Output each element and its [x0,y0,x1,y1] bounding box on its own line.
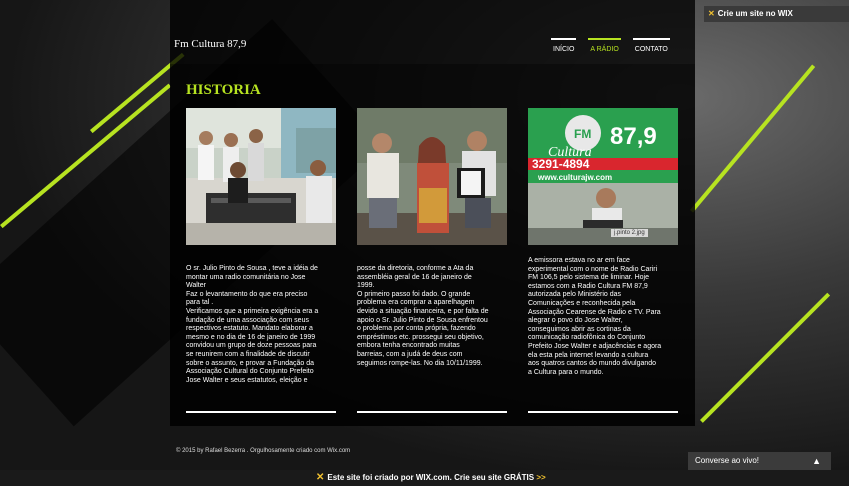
photo-musicians[interactable] [357,108,507,245]
sign-phone-text: 3291-4894 [532,157,590,171]
wix-bottom-arrow: >> [536,473,546,482]
site-title[interactable]: Fm Cultura 87,9 [174,38,246,50]
nav-item-label: A RÁDIO [590,46,619,53]
wix-create-site-banner[interactable]: ✕ Crie um site no WIX [704,6,849,22]
wix-bottom-banner[interactable]: ✕ Este site foi criado por WIX.com. Crie … [0,470,849,486]
wix-x-icon: ✕ [708,9,715,18]
nav-item-label: INÍCIO [553,46,575,53]
nav-item-a-radio[interactable]: A RÁDIO [582,38,626,53]
page-heading: HISTORIA [186,82,261,98]
sign-fm-text: FM [574,127,591,141]
nav-item-inicio[interactable]: INÍCIO [545,38,582,53]
footer-copyright: © 2015 by Rafael Bezerra . Orgulhosament… [176,448,351,454]
nav-item-contato[interactable]: CONTATO [627,38,676,53]
column-divider [186,411,336,413]
site-header [170,0,695,64]
nav-indicator [632,38,670,40]
sign-url-text: www.culturajw.com [537,173,612,182]
history-text-column-3: A emissora estava no ar em face experime… [528,257,662,376]
photo-station-sign[interactable]: FM 87,9 Cultura 3291-4894 www.culturajw.… [528,108,678,245]
photo-radio-studio[interactable] [186,108,336,245]
nav-indicator [551,38,577,40]
wix-bottom-text: Este site foi criado por WIX.com. Crie s… [327,473,535,482]
live-chat-bar[interactable]: Converse ao vivo! ▲ [688,452,831,470]
image-caption: j.pinto 2.jpg [611,229,648,237]
column-divider [528,411,678,413]
nav-active-indicator [588,38,621,40]
chat-label: Converse ao vivo! [695,456,760,465]
nav-item-label: CONTATO [634,46,668,53]
history-text-column-2: posse da diretoria, conforme a Ata da as… [357,265,489,367]
wix-x-icon: ✕ [316,472,325,483]
history-text-column-1: O sr. Julio Pinto de Sousa , teve a idéi… [186,265,319,384]
chevron-up-icon: ▲ [812,456,821,466]
column-divider [357,411,507,413]
main-nav: INÍCIO A RÁDIO CONTATO [545,38,676,53]
sign-number-text: 87,9 [610,123,657,150]
wix-banner-label: Crie um site no WIX [717,9,793,18]
